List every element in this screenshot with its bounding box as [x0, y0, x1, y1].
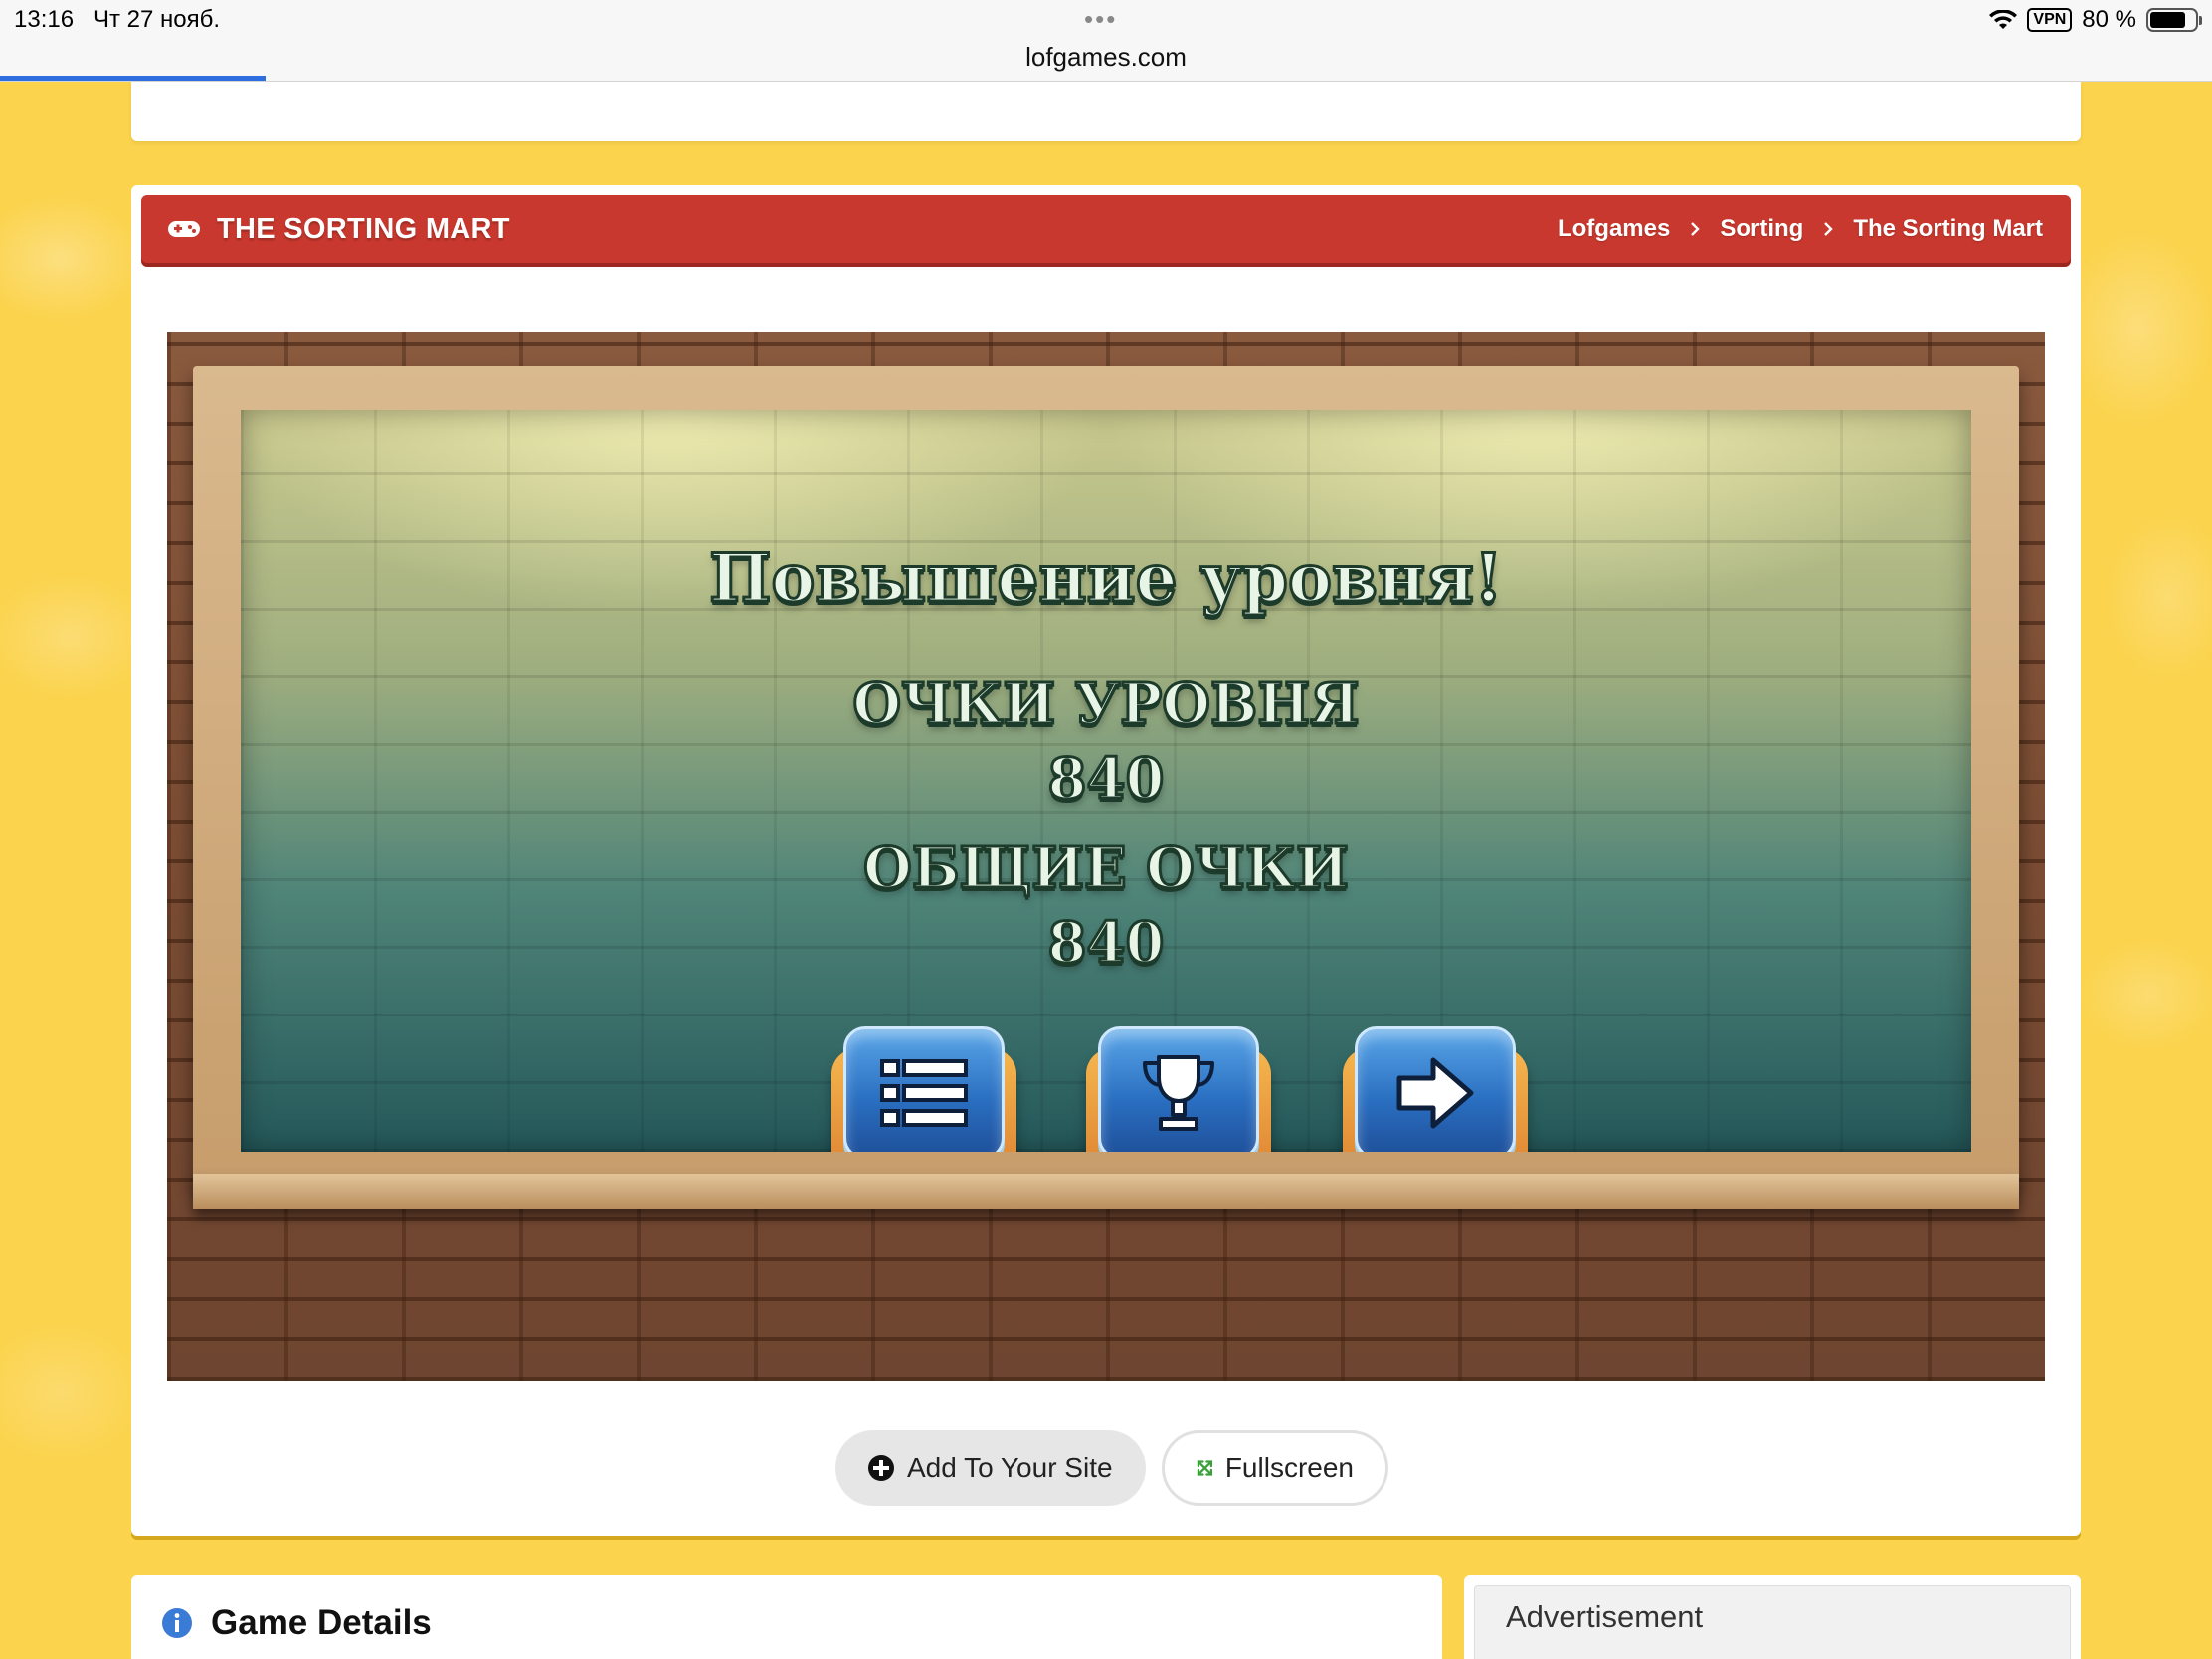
board: Повышение уровня! ОЧКИ УРОВНЯ 840 ОБЩИЕ … — [241, 410, 1971, 1152]
game-details-title: Game Details — [211, 1603, 432, 1642]
fullscreen-button[interactable]: Fullscreen — [1162, 1430, 1388, 1506]
page-load-progress — [0, 76, 266, 81]
next-level-button[interactable] — [1343, 1026, 1528, 1152]
breadcrumb-lofgames[interactable]: Lofgames — [1558, 215, 1670, 243]
address-bar-url[interactable]: lofgames.com — [0, 42, 2212, 73]
level-points-value: 840 — [1046, 745, 1166, 814]
trophy-icon — [1143, 1055, 1214, 1131]
battery-icon — [2146, 8, 2202, 32]
breadcrumb-sorting[interactable]: Sorting — [1720, 215, 1803, 243]
board-frame: Повышение уровня! ОЧКИ УРОВНЯ 840 ОБЩИЕ … — [193, 366, 2019, 1184]
chevron-right-icon — [1691, 222, 1701, 236]
clock: 13:16 — [14, 6, 75, 33]
game-details-card: Game Details — [131, 1575, 1442, 1659]
more-dots-icon[interactable]: ••• — [1084, 4, 1117, 35]
vpn-badge: VPN — [2027, 8, 2073, 32]
battery-fill — [2150, 12, 2186, 28]
fullscreen-label: Fullscreen — [1224, 1452, 1354, 1483]
top-card — [131, 82, 2081, 141]
add-to-site-label: Add To Your Site — [907, 1452, 1113, 1483]
expand-icon — [1197, 1460, 1213, 1476]
advertisement-title: Advertisement — [1506, 1599, 1704, 1634]
game-title-bar: THE SORTING MART Lofgames Sorting The So… — [141, 195, 2071, 263]
chevron-right-icon — [1824, 222, 1834, 236]
board-shelf — [193, 1174, 2019, 1209]
plus-circle-icon — [868, 1455, 894, 1481]
gamepad-icon — [168, 221, 200, 237]
add-to-site-button[interactable]: Add To Your Site — [835, 1430, 1146, 1506]
total-points-value: 840 — [1046, 909, 1166, 978]
browser-status-bar: 13:16 Чт 27 нояб. ••• lofgames.com VPN 8… — [0, 0, 2212, 82]
status-icons: VPN 80 % — [1989, 6, 2202, 34]
breadcrumb-current[interactable]: The Sorting Mart — [1853, 215, 2043, 243]
wifi-icon — [1989, 10, 2018, 29]
game-card: THE SORTING MART Lofgames Sorting The So… — [131, 185, 2081, 1536]
arrow-right-icon — [1396, 1057, 1474, 1129]
level-up-heading: Повышение уровня! — [708, 538, 1505, 619]
level-points-label: ОЧКИ УРОВНЯ — [851, 670, 1361, 739]
info-icon — [162, 1608, 192, 1638]
total-points-label: ОБЩИЕ ОЧКИ — [862, 834, 1351, 903]
leaderboard-button[interactable] — [1086, 1026, 1271, 1152]
game-title: THE SORTING MART — [217, 212, 510, 245]
game-canvas[interactable]: Повышение уровня! ОЧКИ УРОВНЯ 840 ОБЩИЕ … — [167, 332, 2045, 1381]
battery-percent: 80 % — [2082, 6, 2136, 33]
breadcrumb: Lofgames Sorting The Sorting Mart — [1558, 215, 2043, 243]
menu-button[interactable] — [831, 1026, 1016, 1152]
list-icon — [880, 1059, 968, 1127]
date: Чт 27 нояб. — [93, 6, 221, 33]
advertisement-card: Advertisement — [1464, 1575, 2081, 1659]
